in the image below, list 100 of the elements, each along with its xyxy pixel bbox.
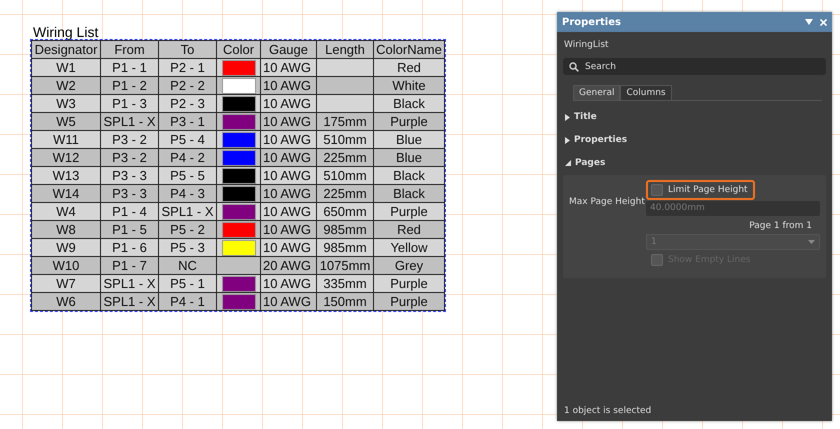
section-header[interactable]: Pages <box>565 156 606 170</box>
table-cell: P3 - 1 <box>158 112 216 130</box>
table-cell: Purple <box>374 112 444 130</box>
table-cell: P5 - 2 <box>158 220 216 238</box>
table-cell: Purple <box>374 292 444 310</box>
section-title: Properties <box>574 135 628 145</box>
column-header: Color <box>216 40 260 58</box>
column-header: Designator <box>32 40 100 58</box>
table-cell: 10 AWG <box>260 220 316 238</box>
table-cell: W3 <box>32 94 100 112</box>
table-cell: W5 <box>32 112 100 130</box>
table-cell: Yellow <box>374 238 444 256</box>
table-cell: W1 <box>32 58 100 76</box>
table-cell: 985mm <box>316 220 374 238</box>
table-cell: P2 - 2 <box>158 76 216 94</box>
table-cell: 335mm <box>316 274 374 292</box>
table-cell: P2 - 1 <box>158 58 216 76</box>
table-cell: 10 AWG <box>260 184 316 202</box>
table-cell: P1 - 2 <box>100 76 158 94</box>
table-cell: P3 - 2 <box>100 148 158 166</box>
section-title: Title <box>574 112 597 122</box>
column-header: Gauge <box>260 40 316 58</box>
close-icon[interactable] <box>820 18 827 26</box>
page-info: Page 1 from 1 <box>749 221 812 231</box>
panel-title: Properties <box>562 16 621 28</box>
table-cell: 10 AWG <box>260 94 316 112</box>
table-cell: 225mm <box>316 184 374 202</box>
table-cell: 20 AWG <box>260 256 316 274</box>
table-cell: 10 AWG <box>260 112 316 130</box>
table-cell: Red <box>374 220 444 238</box>
table-cell: 10 AWG <box>260 202 316 220</box>
table-cell: W7 <box>32 274 100 292</box>
table-cell: 10 AWG <box>260 130 316 148</box>
tab[interactable]: Columns <box>620 85 672 100</box>
table-cell: P5 - 5 <box>158 166 216 184</box>
table-cell: 10 AWG <box>260 238 316 256</box>
table-cell: Black <box>374 166 444 184</box>
table-cell: P1 - 5 <box>100 220 158 238</box>
table-cell: W9 <box>32 238 100 256</box>
column-header: Length <box>316 40 374 58</box>
table-cell: W6 <box>32 292 100 310</box>
table-cell: 10 AWG <box>260 148 316 166</box>
status-text: 1 object is selected <box>563 406 652 418</box>
section-header[interactable]: Properties <box>565 133 628 147</box>
table-cell: P5 - 4 <box>158 130 216 148</box>
table-cell: P1 - 7 <box>100 256 158 274</box>
table-cell: P4 - 3 <box>158 184 216 202</box>
table-cell: 225mm <box>316 148 374 166</box>
table-cell: P3 - 2 <box>100 130 158 148</box>
tab[interactable]: General <box>573 85 620 100</box>
object-name: WiringList <box>564 40 609 50</box>
column-header: ColorName <box>374 40 444 58</box>
table-cell: P5 - 3 <box>158 238 216 256</box>
table-cell: W14 <box>32 184 100 202</box>
dropdown-icon[interactable] <box>805 19 813 25</box>
table-cell: P5 - 1 <box>158 274 216 292</box>
table-cell: Blue <box>374 130 444 148</box>
table-cell: W10 <box>32 256 100 274</box>
table-cell: 10 AWG <box>260 274 316 292</box>
table-title: Wiring List <box>32 24 98 40</box>
table-cell: White <box>374 76 444 94</box>
wiring-table[interactable] <box>31 40 445 311</box>
field-label: Max Page Height <box>569 196 646 209</box>
table-cell: P1 - 1 <box>100 58 158 76</box>
table-cell: SPL1 - X <box>100 292 158 310</box>
table-cell: P2 - 3 <box>158 94 216 112</box>
table-cell: 10 AWG <box>260 166 316 184</box>
table-cell: P1 - 4 <box>100 202 158 220</box>
table-cell: P3 - 3 <box>100 166 158 184</box>
column-header: From <box>100 40 158 58</box>
table-cell: 985mm <box>316 238 374 256</box>
table-cell: 10 AWG <box>260 292 316 310</box>
table-cell: P4 - 1 <box>158 292 216 310</box>
section-title: Pages <box>575 158 606 168</box>
table-cell: 510mm <box>316 130 374 148</box>
search-field[interactable]: Search <box>563 58 826 75</box>
table-cell: Black <box>374 184 444 202</box>
table-cell: W12 <box>32 148 100 166</box>
table-cell: Black <box>374 94 444 112</box>
table-cell: Red <box>374 58 444 76</box>
table-cell: NC <box>158 256 216 274</box>
table-cell: Grey <box>374 256 444 274</box>
table-cell: P3 - 3 <box>100 184 158 202</box>
table-cell: W8 <box>32 220 100 238</box>
table-cell: 650mm <box>316 202 374 220</box>
caret-icon <box>808 240 815 244</box>
table-cell: 10 AWG <box>260 76 316 94</box>
table-cell: SPL1 - X <box>158 202 216 220</box>
table-cell: W2 <box>32 76 100 94</box>
section-header[interactable]: Title <box>565 110 597 124</box>
table-cell: W13 <box>32 166 100 184</box>
table-cell: 150mm <box>316 292 374 310</box>
table-cell: P4 - 2 <box>158 148 216 166</box>
table-cell: 1075mm <box>316 256 374 274</box>
checkbox[interactable]: Limit Page Height <box>646 180 755 200</box>
table-cell: SPL1 - X <box>100 274 158 292</box>
table-cell: P1 - 3 <box>100 94 158 112</box>
table-cell: 175mm <box>316 112 374 130</box>
table-cell: 510mm <box>316 166 374 184</box>
table-cell: P1 - 6 <box>100 238 158 256</box>
